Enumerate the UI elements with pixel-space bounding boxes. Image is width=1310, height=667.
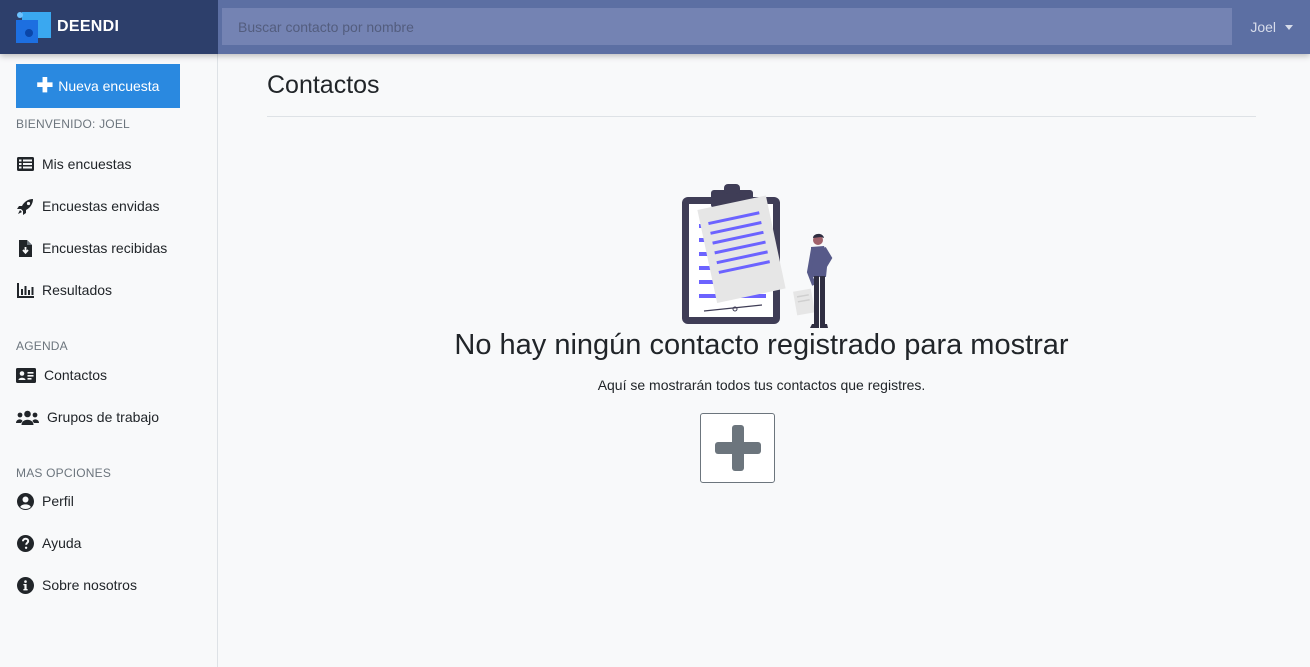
more-options-label: MAS OPCIONES <box>16 466 112 480</box>
sidebar-item-label: Ayuda <box>42 535 82 551</box>
agenda-label: AGENDA <box>16 339 68 353</box>
file-download-icon <box>16 239 34 257</box>
sidebar: ✚ Nueva encuesta BIENVENIDO: JOEL Mis en… <box>0 54 218 667</box>
empty-state-title: No hay ningún contacto registrado para m… <box>454 329 1069 361</box>
sidebar-item-label: Perfil <box>42 493 74 509</box>
welcome-label: BIENVENIDO: JOEL <box>16 117 130 131</box>
search-input[interactable] <box>222 8 1232 45</box>
sidebar-item-perfil[interactable]: Perfil <box>16 490 74 512</box>
chevron-down-icon <box>1285 24 1293 30</box>
plus-icon: ✚ <box>36 75 54 97</box>
sidebar-item-label: Contactos <box>44 367 108 383</box>
brand[interactable]: DEENDI <box>0 0 218 54</box>
main-content: Contactos No hay ningún contacto registr… <box>218 54 1310 667</box>
sidebar-item-encuestas-envidas[interactable]: Encuestas envidas <box>16 195 160 217</box>
add-contact-button[interactable] <box>700 413 775 483</box>
sidebar-item-ayuda[interactable]: Ayuda <box>16 532 81 554</box>
user-name: Joel <box>1250 19 1276 35</box>
sidebar-item-mis-encuestas[interactable]: Mis encuestas <box>16 153 131 175</box>
empty-state-subtitle: Aquí se mostrarán todos tus contactos qu… <box>597 377 926 393</box>
top-navbar: DEENDI Joel <box>0 0 1310 54</box>
chart-bar-icon <box>16 281 34 299</box>
new-survey-label: Nueva encuesta <box>58 78 160 94</box>
sidebar-item-resultados[interactable]: Resultados <box>16 279 112 301</box>
brand-name: DEENDI <box>57 18 120 35</box>
page-title: Contactos <box>267 71 380 99</box>
user-circle-icon <box>16 492 34 510</box>
sidebar-item-label: Grupos de trabajo <box>47 409 160 425</box>
sidebar-item-encuestas-recibidas[interactable]: Encuestas recibidas <box>16 237 167 259</box>
sidebar-item-label: Mis encuestas <box>42 156 132 172</box>
sidebar-item-label: Sobre nosotros <box>42 577 137 593</box>
sidebar-item-grupos-de-trabajo[interactable]: Grupos de trabajo <box>16 406 159 428</box>
sidebar-item-label: Encuestas recibidas <box>42 240 168 256</box>
plus-icon <box>714 425 761 471</box>
info-circle-icon <box>16 576 34 594</box>
users-icon <box>16 408 39 426</box>
user-menu-dropdown[interactable]: Joel <box>1250 0 1293 54</box>
new-survey-button[interactable]: ✚ Nueva encuesta <box>16 64 180 108</box>
deendi-logo-icon <box>16 11 51 43</box>
sidebar-item-label: Resultados <box>42 282 113 298</box>
rocket-icon <box>16 197 34 215</box>
sidebar-item-contactos[interactable]: Contactos <box>16 364 107 386</box>
address-card-icon <box>16 366 36 384</box>
sidebar-item-sobre-nosotros[interactable]: Sobre nosotros <box>16 574 137 596</box>
list-icon <box>16 155 34 173</box>
sidebar-item-label: Encuestas envidas <box>42 198 160 214</box>
empty-clipboard-illustration <box>682 184 833 328</box>
title-divider <box>267 116 1256 117</box>
question-circle-icon <box>16 534 34 552</box>
